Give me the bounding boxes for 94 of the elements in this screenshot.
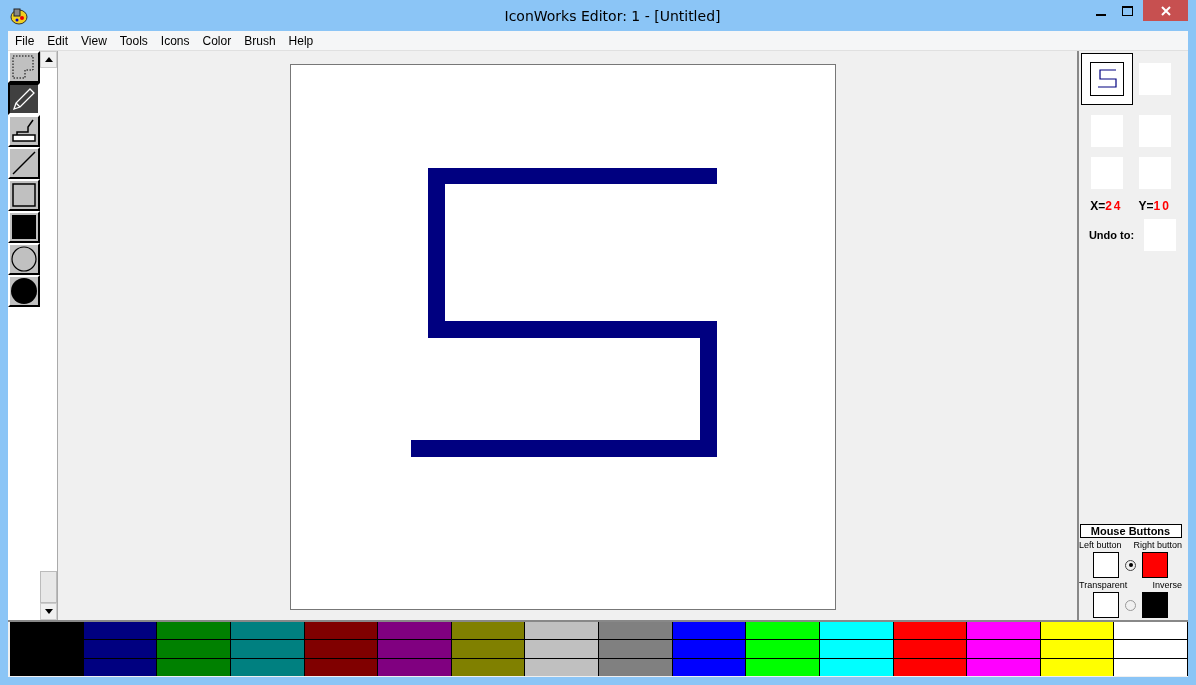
swatch-label: Transparent [1079,580,1128,590]
palette-color[interactable] [672,658,746,676]
palette-color[interactable] [672,622,746,640]
close-button[interactable] [1143,0,1188,21]
palette-color[interactable] [599,658,672,676]
swatch-label: Left button [1079,540,1122,550]
palette-color[interactable] [1114,622,1187,640]
mouse-buttons-header: Mouse Buttons [1079,524,1182,538]
color-swatch[interactable] [1142,592,1168,618]
menu-item[interactable]: Brush [237,33,282,48]
swatch-label: Inverse [1152,580,1182,590]
close-icon [1160,5,1171,16]
palette-color[interactable] [451,640,525,658]
palette-color[interactable] [525,640,598,658]
x-value: 24 [1105,199,1123,213]
color-swatch[interactable] [1093,552,1119,578]
scroll-down-button[interactable] [40,603,57,620]
palette-color[interactable] [230,658,304,676]
palette-color[interactable] [967,622,1040,640]
paint-roller-icon [11,118,37,144]
pencil-icon [11,86,37,112]
palette-color[interactable] [819,622,893,640]
color-swatch[interactable] [1093,592,1119,618]
palette-color[interactable] [230,622,304,640]
palette-color[interactable] [83,640,157,658]
palette-color[interactable] [746,658,819,676]
palette-color[interactable] [83,658,157,676]
radio-button[interactable] [1125,559,1136,571]
palette-color[interactable] [378,658,451,676]
palette-color[interactable] [304,622,378,640]
palette-icon [10,6,28,25]
y-value: 10 [1153,199,1171,213]
palette-color[interactable] [1040,622,1114,640]
minimize-icon [1095,13,1106,16]
palette-color[interactable] [304,658,378,676]
palette-color[interactable] [10,622,83,676]
palette-color[interactable] [525,658,598,676]
drawing-canvas[interactable] [290,64,836,610]
palette-color[interactable] [967,658,1040,676]
line-icon [11,150,37,176]
palette-color[interactable] [599,640,672,658]
palette-color[interactable] [83,622,157,640]
palette-color[interactable] [967,640,1040,658]
icon-slot[interactable] [1080,53,1133,105]
palette-color[interactable] [893,658,967,676]
palette-color[interactable] [1114,640,1187,658]
radio-button[interactable] [1125,599,1136,611]
palette-color[interactable] [451,622,525,640]
menu-item[interactable]: Edit [40,33,75,48]
menu-item[interactable]: Tools [112,33,154,48]
palette-color[interactable] [672,640,746,658]
up-arrow-icon [44,57,53,62]
palette-color[interactable] [378,622,451,640]
window-title: IconWorks Editor: 1 - [Untitled] [503,7,722,24]
palette-color[interactable] [746,640,819,658]
tool-button[interactable] [8,83,40,115]
palette-color[interactable] [599,622,672,640]
circle-icon [11,246,37,272]
scroll-up-button[interactable] [40,51,57,68]
palette-color[interactable] [304,640,378,658]
palette-color[interactable] [1040,658,1114,676]
swatch-label: Right button [1133,540,1182,550]
maximize-icon [1122,5,1133,16]
palette-color[interactable] [157,640,230,658]
scroll-thumb[interactable] [40,571,57,603]
rectangle-icon [12,183,36,207]
vertical-scrollbar[interactable] [40,51,58,620]
palette-color[interactable] [819,658,893,676]
y-label: Y= [1138,199,1154,213]
palette-color[interactable] [230,640,304,658]
palette-color[interactable] [157,622,230,640]
palette-color[interactable] [893,622,967,640]
menu-item[interactable]: View [74,33,113,48]
menu-item[interactable]: Color [195,33,238,48]
palette-color[interactable] [893,640,967,658]
menu-item[interactable]: File [8,33,41,48]
filled-rectangle-icon [12,215,36,239]
palette-color[interactable] [378,640,451,658]
filled-circle-icon [11,278,37,304]
palette-color[interactable] [1040,640,1114,658]
palette-color[interactable] [1114,658,1187,676]
icon-thumbnail [1089,62,1124,96]
down-arrow-icon [44,609,53,614]
x-label: X= [1090,199,1106,213]
palette-color[interactable] [819,640,893,658]
menu-item[interactable]: Icons [153,33,196,48]
undo-label: Undo to: [1088,229,1135,241]
palette-color[interactable] [451,658,525,676]
selection-icon [11,54,37,80]
palette-color[interactable] [746,622,819,640]
color-swatch[interactable] [1142,552,1168,578]
palette-color[interactable] [525,622,598,640]
palette-color[interactable] [157,658,230,676]
menu-item[interactable]: Help [281,33,320,48]
